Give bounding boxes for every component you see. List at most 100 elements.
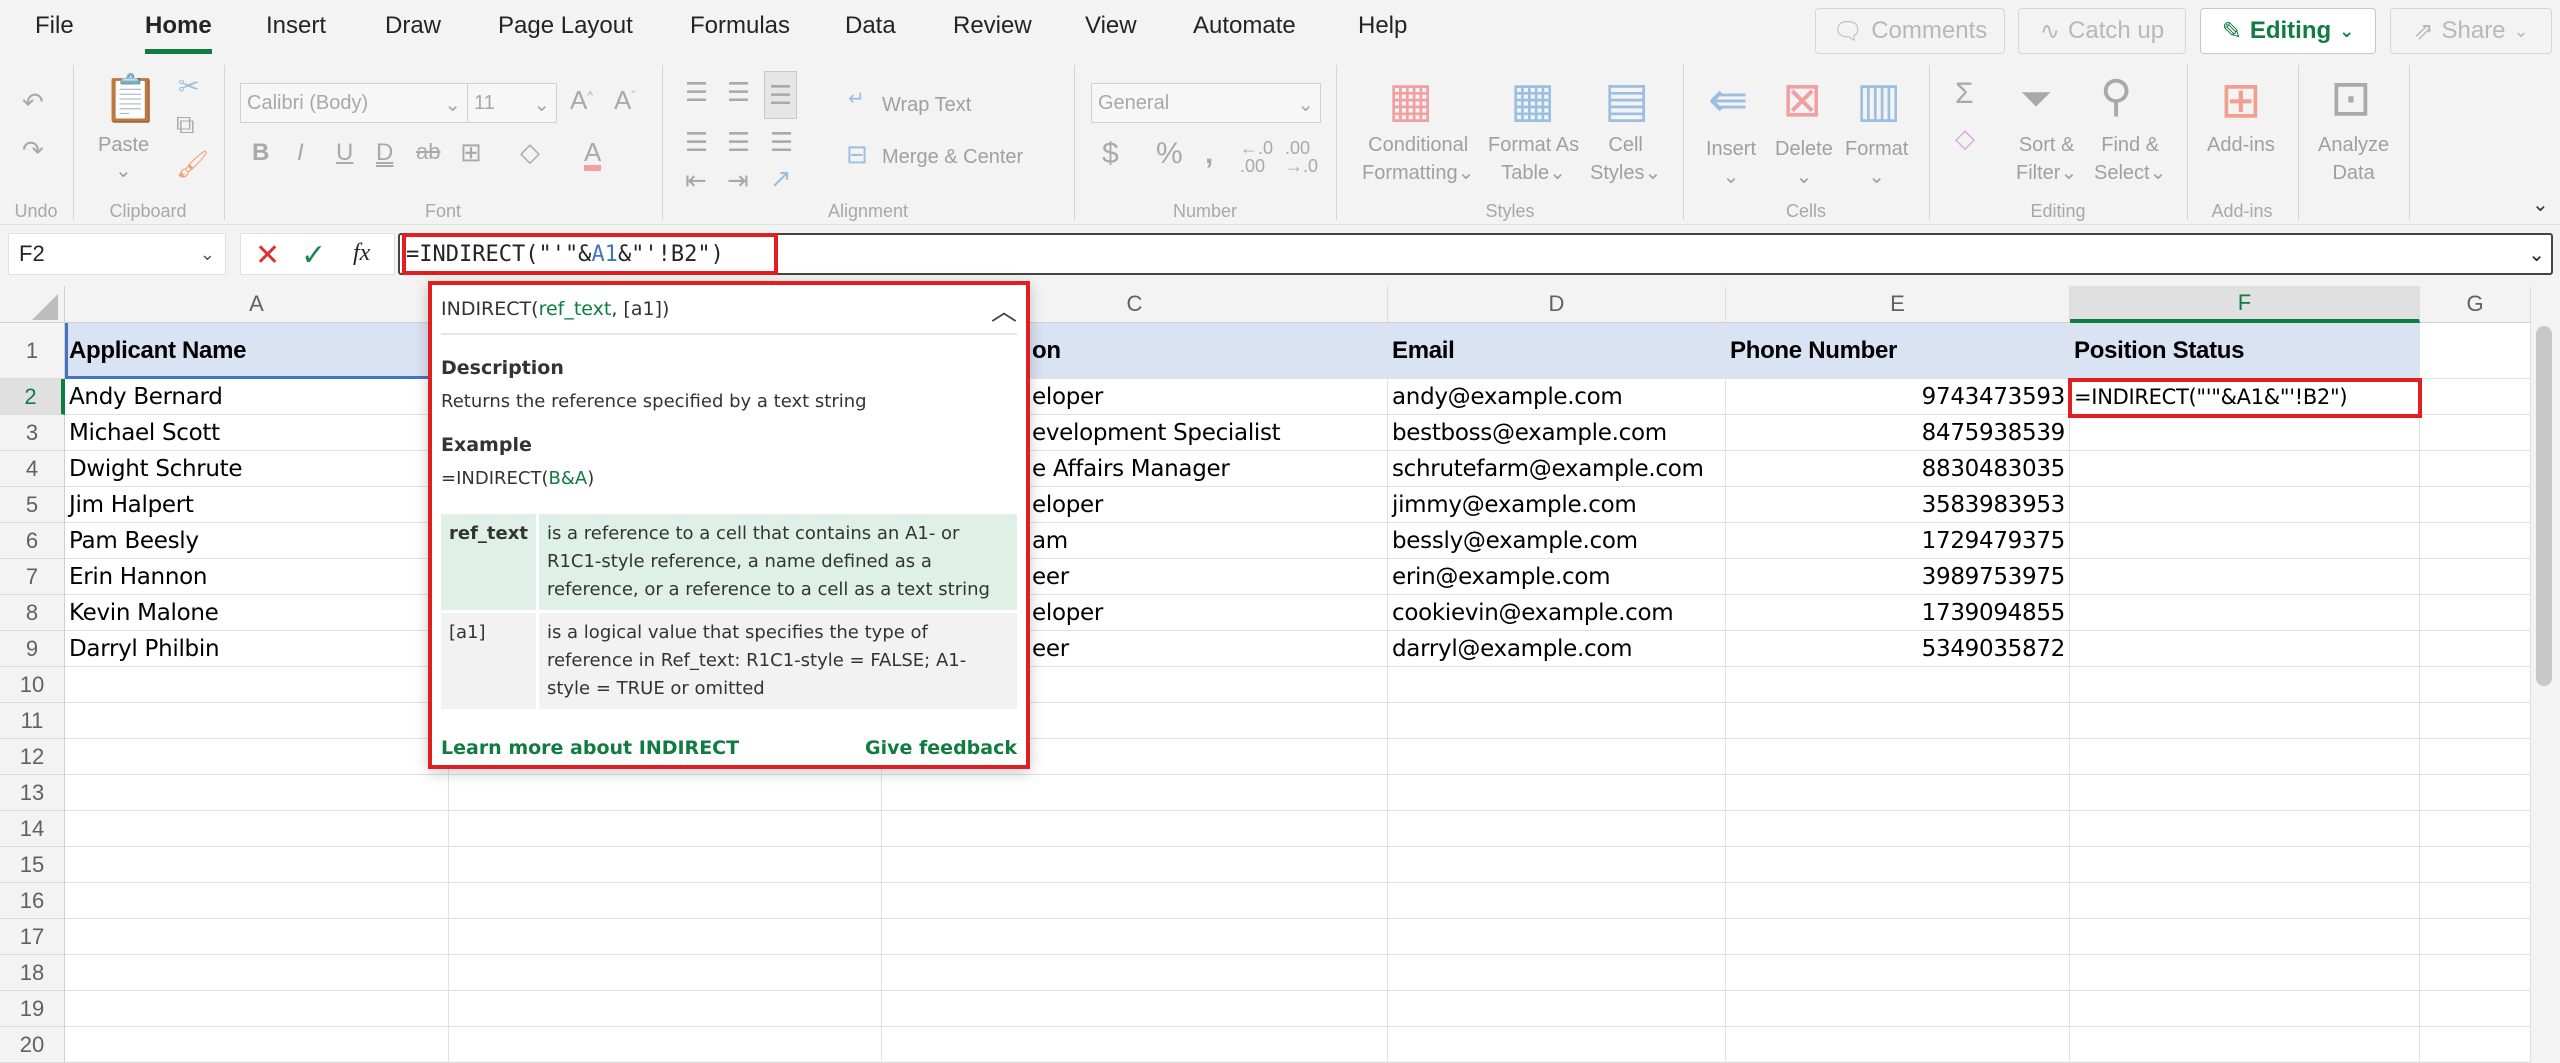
cell-e13[interactable] <box>1726 775 2070 811</box>
cell-b16[interactable] <box>449 883 882 919</box>
paste-button[interactable]: Paste <box>98 131 149 159</box>
cell-f15[interactable] <box>2070 847 2420 883</box>
insert-cells-button[interactable]: Insert ⌄ <box>1706 135 1756 191</box>
analyze-data-button[interactable]: Analyze Data <box>2318 131 2389 187</box>
catch-up-button[interactable]: ∿ Catch up <box>2018 8 2186 54</box>
paste-icon[interactable]: 📋 <box>102 75 159 121</box>
align-right-icon[interactable]: ☰ <box>770 129 793 155</box>
select-all-button[interactable] <box>0 286 65 323</box>
tab-help[interactable]: Help <box>1358 12 1407 40</box>
cell-e5[interactable]: 3583983953 <box>1726 487 2070 523</box>
column-header-a[interactable]: A <box>65 286 449 323</box>
column-header-g[interactable]: G <box>2420 286 2531 323</box>
cell-d14[interactable] <box>1388 811 1726 847</box>
enter-check-icon[interactable]: ✓ <box>301 238 326 273</box>
cell-g14[interactable] <box>2420 811 2531 847</box>
collapse-chevron-up-icon[interactable]: ︿ <box>991 291 1017 328</box>
cell-e10[interactable] <box>1726 667 2070 703</box>
row-header[interactable]: 16 <box>0 883 65 919</box>
row-header[interactable]: 11 <box>0 703 65 739</box>
cell-a16[interactable] <box>65 883 449 919</box>
cell-a18[interactable] <box>65 955 449 991</box>
cell-e1[interactable]: Phone Number <box>1726 323 2070 379</box>
cell-a11[interactable] <box>65 703 449 739</box>
align-middle-icon[interactable]: ☰ <box>727 79 750 105</box>
name-box[interactable]: F2 ⌄ <box>8 233 226 275</box>
row-header[interactable]: 12 <box>0 739 65 775</box>
insert-cells-icon[interactable]: ⇚ <box>1708 77 1748 125</box>
cell-d4[interactable]: schrutefarm@example.com <box>1388 451 1726 487</box>
row-header[interactable]: 13 <box>0 775 65 811</box>
cell-e3[interactable]: 8475938539 <box>1726 415 2070 451</box>
merge-center-button[interactable]: Merge & Center <box>882 143 1023 171</box>
row-header[interactable]: 9 <box>0 631 65 667</box>
fill-color-icon[interactable]: ◇ <box>520 139 540 165</box>
cell-c19[interactable] <box>882 991 1388 1027</box>
find-select-button[interactable]: Find & Select⌄ <box>2094 131 2166 187</box>
cell-styles-button[interactable]: Cell Styles⌄ <box>1590 131 1661 187</box>
column-header-f[interactable]: F <box>2070 286 2420 323</box>
cell-g2[interactable] <box>2420 379 2531 415</box>
align-top-icon[interactable]: ☰ <box>685 79 708 105</box>
cut-icon[interactable]: ✂ <box>178 73 200 99</box>
cell-e6[interactable]: 1729479375 <box>1726 523 2070 559</box>
row-header[interactable]: 15 <box>0 847 65 883</box>
row-header[interactable]: 17 <box>0 919 65 955</box>
cell-f16[interactable] <box>2070 883 2420 919</box>
add-ins-icon[interactable]: ⊞ <box>2220 75 2262 125</box>
conditional-formatting-button[interactable]: Conditional Formatting⌄ <box>1362 131 1474 187</box>
cell-c14[interactable] <box>882 811 1388 847</box>
analyze-data-icon[interactable]: ⊡ <box>2330 73 2372 123</box>
share-button[interactable]: ⇗ Share ⌄ <box>2390 8 2552 54</box>
cell-f12[interactable] <box>2070 739 2420 775</box>
decrease-decimal-icon[interactable]: .00 →.0 <box>1285 139 1318 175</box>
cell-e4[interactable]: 8830483035 <box>1726 451 2070 487</box>
tab-automate[interactable]: Automate <box>1193 12 1296 40</box>
cell-f8[interactable] <box>2070 595 2420 631</box>
editing-mode-button[interactable]: ✎ Editing ⌄ <box>2200 8 2376 54</box>
cell-g15[interactable] <box>2420 847 2531 883</box>
cell-a3[interactable]: Michael Scott <box>65 415 449 451</box>
align-left-icon[interactable]: ☰ <box>685 129 708 155</box>
cell-d5[interactable]: jimmy@example.com <box>1388 487 1726 523</box>
insert-function-icon[interactable]: fx <box>353 240 370 267</box>
cell-e18[interactable] <box>1726 955 2070 991</box>
cell-c20[interactable] <box>882 1027 1388 1063</box>
cell-a9[interactable]: Darryl Philbin <box>65 631 449 667</box>
format-as-table-icon[interactable]: ▦ <box>1510 77 1555 125</box>
cell-d9[interactable]: darryl@example.com <box>1388 631 1726 667</box>
cell-styles-icon[interactable]: ▤ <box>1604 77 1649 125</box>
format-cells-button[interactable]: Format ⌄ <box>1845 135 1908 191</box>
cell-f10[interactable] <box>2070 667 2420 703</box>
cell-d8[interactable]: cookievin@example.com <box>1388 595 1726 631</box>
cell-g7[interactable] <box>2420 559 2531 595</box>
cell-a4[interactable]: Dwight Schrute <box>65 451 449 487</box>
row-header[interactable]: 5 <box>0 487 65 523</box>
row-header[interactable]: 19 <box>0 991 65 1027</box>
cell-d12[interactable] <box>1388 739 1726 775</box>
cell-f14[interactable] <box>2070 811 2420 847</box>
cell-d16[interactable] <box>1388 883 1726 919</box>
cell-b15[interactable] <box>449 847 882 883</box>
cell-d19[interactable] <box>1388 991 1726 1027</box>
cell-b18[interactable] <box>449 955 882 991</box>
cell-a15[interactable] <box>65 847 449 883</box>
increase-font-size-icon[interactable]: A^ <box>570 87 593 113</box>
cell-e8[interactable]: 1739094855 <box>1726 595 2070 631</box>
cell-e15[interactable] <box>1726 847 2070 883</box>
row-header[interactable]: 6 <box>0 523 65 559</box>
cell-b20[interactable] <box>449 1027 882 1063</box>
row-header[interactable]: 14 <box>0 811 65 847</box>
font-color-icon[interactable]: A <box>584 139 602 171</box>
percent-icon[interactable]: % <box>1156 139 1183 169</box>
cell-d10[interactable] <box>1388 667 1726 703</box>
increase-indent-icon[interactable]: ⇥ <box>727 167 749 193</box>
font-size-select[interactable]: 11 ⌄ <box>467 83 557 123</box>
find-icon[interactable]: ⚲ <box>2100 75 2132 119</box>
expand-formula-bar-icon[interactable]: ⌄ <box>2528 242 2545 267</box>
column-header-d[interactable]: D <box>1388 286 1726 323</box>
orientation-icon[interactable]: ↗ <box>770 165 792 191</box>
format-painter-icon[interactable]: 🖌 <box>176 151 209 177</box>
redo-icon[interactable]: ↷ <box>22 137 44 163</box>
cell-d7[interactable]: erin@example.com <box>1388 559 1726 595</box>
